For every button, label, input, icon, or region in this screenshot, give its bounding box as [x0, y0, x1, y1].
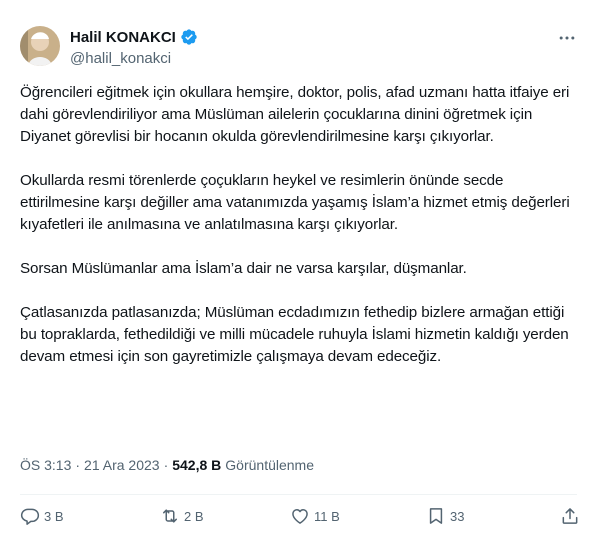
divider	[20, 494, 577, 495]
repost-icon	[163, 509, 177, 523]
tweet-header: Halil KONAKCI @halil_konakci	[20, 20, 581, 72]
tweet-date[interactable]: 21 Ara 2023	[84, 457, 160, 473]
display-name[interactable]: Halil KONAKCI	[70, 29, 176, 46]
bookmark-icon	[429, 508, 443, 524]
tweet-time[interactable]: ÖS 3:13	[20, 457, 71, 473]
bookmark-count: 33	[450, 508, 465, 524]
meta-separator: ·	[75, 457, 81, 473]
repost-count: 2 B	[184, 508, 204, 524]
views-label: Görüntülenme	[225, 457, 314, 473]
share-icon	[562, 508, 578, 524]
tweet-text: Öğrencileri eğitmek için okullara hemşir…	[20, 82, 585, 390]
handle[interactable]: @halil_konakci	[70, 50, 198, 67]
views-count: 542,8 B	[172, 457, 222, 473]
verified-badge-icon	[181, 29, 197, 45]
repost-button[interactable]: 2 B	[160, 506, 204, 526]
tweet-paragraph: Okullarda resmi törenlerde çoçukların he…	[20, 172, 570, 233]
action-bar: 3 B 2 B 11 B 33	[20, 506, 581, 530]
like-button[interactable]: 11 B	[290, 506, 340, 526]
tweet: Halil KONAKCI @halil_konakci Öğrencileri…	[0, 0, 597, 542]
reply-count: 3 B	[44, 508, 64, 524]
meta-separator: ·	[163, 457, 169, 473]
tweet-paragraph: Sorsan Müslümanlar ama İslam’a dair ne v…	[20, 260, 467, 277]
more-options-icon[interactable]	[557, 28, 577, 48]
tweet-meta: ÖS 3:13 · 21 Ara 2023 · 542,8 B Görüntül…	[20, 457, 314, 473]
avatar[interactable]	[20, 26, 60, 66]
like-icon	[292, 509, 308, 524]
like-count: 11 B	[314, 508, 340, 524]
tweet-paragraph: Çatlasanızda patlasanızda; Müslüman ecda…	[20, 304, 569, 365]
bookmark-button[interactable]: 33	[426, 506, 464, 526]
reply-icon	[20, 508, 40, 525]
share-button[interactable]	[560, 506, 580, 526]
reply-button[interactable]: 3 B	[20, 506, 64, 526]
tweet-paragraph: Öğrencileri eğitmek için okullara hemşir…	[20, 84, 570, 145]
